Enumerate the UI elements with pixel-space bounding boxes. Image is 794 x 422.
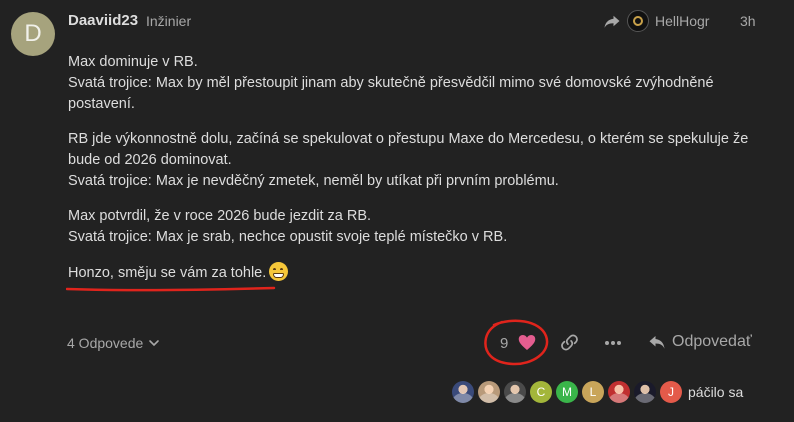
liker-avatar[interactable] — [634, 381, 656, 403]
liker-avatar[interactable]: L — [582, 381, 604, 403]
liker-avatar[interactable]: J — [660, 381, 682, 403]
grinning-emoji-icon — [269, 262, 289, 281]
author-title: Inžinier — [146, 13, 192, 29]
post-text-line: RB jde výkonnostně dolu, začíná se speku… — [68, 131, 749, 168]
liker-avatar[interactable]: M — [556, 381, 578, 403]
post-closing-line: Honzo, směju se vám za tohle. — [68, 265, 267, 281]
reply-to-indicator[interactable]: HellHogr — [603, 10, 709, 32]
post-paragraph: Max potvrdil, že v roce 2026 bude jezdit… — [68, 206, 768, 248]
red-circle-annotation — [484, 319, 549, 366]
post-text-line: Max dominuje v RB. — [68, 54, 198, 70]
link-icon[interactable] — [560, 333, 579, 352]
author-username[interactable]: Daaviid23 — [68, 12, 138, 29]
author-avatar[interactable]: D — [11, 12, 55, 56]
reply-arrow-icon — [649, 336, 665, 349]
chevron-down-icon — [149, 340, 160, 347]
red-underline-annotation — [66, 286, 276, 292]
reply-to-avatar[interactable] — [627, 10, 649, 32]
heart-icon[interactable] — [518, 334, 536, 351]
post-paragraph: Max dominuje v RB. Svatá trojice: Max by… — [68, 52, 768, 115]
post-paragraph: Honzo, směju se vám za tohle. — [66, 262, 768, 292]
liker-avatar[interactable] — [608, 381, 630, 403]
replies-count-label: 4 Odpovede — [67, 335, 144, 351]
liker-avatar[interactable] — [478, 381, 500, 403]
post-paragraph: RB jde výkonnostně dolu, začíná se speku… — [68, 129, 768, 192]
post-text-line: Max potvrdil, že v roce 2026 bude jezdit… — [68, 208, 372, 224]
share-arrow-icon — [604, 15, 620, 28]
post-text-line: Svatá trojice: Max by měl přestoupit jin… — [68, 75, 714, 112]
more-options-icon[interactable] — [603, 333, 623, 353]
post-body: Max dominuje v RB. Svatá trojice: Max by… — [66, 52, 768, 298]
post-timestamp[interactable]: 3h — [740, 13, 756, 29]
liker-avatar[interactable] — [452, 381, 474, 403]
reply-button-label: Odpovedať — [672, 333, 752, 350]
reply-to-username[interactable]: HellHogr — [655, 13, 709, 29]
like-count[interactable]: 9 — [500, 335, 508, 352]
liker-avatar[interactable] — [504, 381, 526, 403]
likers-row: CML J páčilo sa — [452, 381, 743, 403]
replies-toggle[interactable]: 4 Odpovede — [67, 335, 161, 351]
liker-avatar-list: CML J — [452, 381, 686, 403]
post-text-line: Svatá trojice: Max je srab, nechce opust… — [68, 229, 508, 245]
post-text-line: Svatá trojice: Max je nevděčný zmetek, n… — [68, 173, 559, 189]
liker-avatar[interactable]: C — [530, 381, 552, 403]
liked-by-label: páčilo sa — [688, 384, 744, 400]
reply-button[interactable]: Odpovedať — [648, 333, 752, 351]
